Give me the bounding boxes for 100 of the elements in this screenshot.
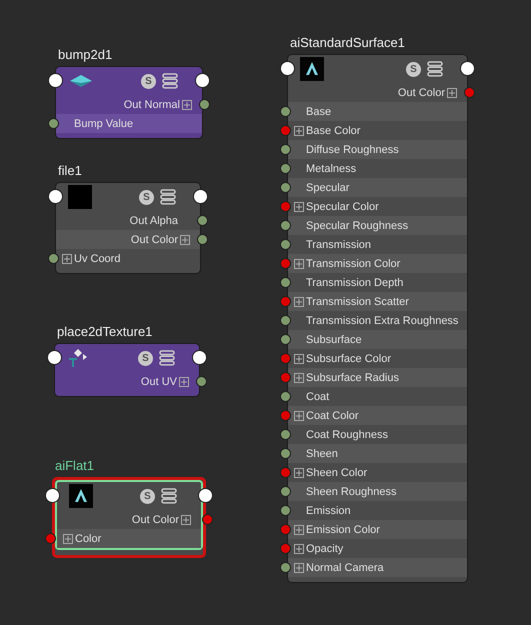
attribute-label: Subsurface Radius [305, 372, 400, 384]
output-port[interactable] [195, 73, 210, 88]
attribute-label: Specular Color [305, 200, 380, 212]
logo-icon [69, 484, 93, 508]
expand-icon[interactable] [294, 562, 304, 572]
input-port[interactable] [280, 448, 291, 459]
node-title: place2dTexture1 [56, 324, 154, 341]
input-port[interactable] [280, 524, 291, 535]
input-port[interactable] [280, 315, 291, 326]
input-port[interactable] [280, 353, 291, 364]
input-port[interactable] [280, 410, 291, 421]
attribute-label: Transmission Extra Roughness [305, 314, 460, 326]
expand-icon[interactable] [294, 524, 304, 534]
expand-icon[interactable] [294, 354, 304, 364]
attribute-label: Out Color [130, 234, 179, 246]
attribute-label: Normal Camera [305, 562, 385, 574]
input-port[interactable] [48, 73, 63, 88]
list-icon[interactable] [427, 61, 443, 77]
input-port[interactable] [280, 144, 291, 155]
input-port[interactable] [280, 258, 291, 269]
attribute-label: Transmission Scatter [305, 296, 410, 308]
input-port[interactable] [45, 488, 60, 503]
input-port[interactable] [280, 372, 291, 383]
input-port[interactable] [280, 182, 291, 193]
input-port[interactable] [280, 391, 291, 402]
expand-icon[interactable] [63, 534, 73, 544]
input-port[interactable] [280, 277, 291, 288]
input-port[interactable] [280, 163, 291, 174]
input-port[interactable] [280, 220, 291, 231]
attribute-label: Color [74, 532, 102, 544]
expand-icon[interactable] [181, 514, 191, 524]
input-port[interactable] [280, 296, 291, 307]
node-card[interactable]: S Out Color Color [52, 477, 206, 558]
expand-icon[interactable] [294, 372, 304, 382]
expand-icon[interactable] [447, 88, 457, 98]
output-port[interactable] [460, 61, 475, 76]
attribute-label: Out Alpha [128, 214, 179, 226]
input-port[interactable] [48, 189, 63, 204]
swatch-icon [68, 185, 92, 209]
attribute-label: Specular [305, 182, 350, 194]
input-port[interactable] [280, 467, 291, 478]
node-card[interactable]: S Out UV [54, 343, 200, 397]
expand-icon[interactable] [182, 100, 192, 110]
input-port[interactable] [280, 106, 291, 117]
swatch-badge[interactable]: S [406, 62, 421, 76]
expand-icon[interactable] [294, 126, 304, 136]
expand-icon[interactable] [294, 468, 304, 478]
placement-icon [67, 348, 89, 368]
input-port[interactable] [47, 350, 62, 365]
input-port[interactable] [280, 429, 291, 440]
list-icon[interactable] [159, 350, 175, 366]
attribute-label: Transmission Depth [305, 276, 404, 288]
attribute-label: Subsurface [305, 334, 363, 346]
input-port[interactable] [280, 201, 291, 212]
output-port[interactable] [202, 514, 213, 525]
input-port[interactable] [280, 543, 291, 554]
input-port[interactable] [280, 61, 295, 76]
output-port[interactable] [192, 350, 207, 365]
swatch-badge[interactable]: S [141, 74, 156, 88]
expand-icon[interactable] [180, 234, 190, 244]
attribute-label: Uv Coord [73, 252, 122, 264]
output-port[interactable] [198, 488, 213, 503]
node-title: bump2d1 [57, 47, 114, 64]
list-icon[interactable] [162, 73, 178, 89]
swatch-badge[interactable]: S [138, 350, 153, 366]
input-port[interactable] [45, 533, 56, 544]
attribute-label: Sheen Roughness [305, 486, 398, 498]
input-port[interactable] [280, 505, 291, 516]
node-title: file1 [57, 163, 83, 180]
node-card[interactable]: S Out Normal Bump Value [55, 66, 203, 139]
list-icon[interactable] [161, 488, 177, 504]
attribute-label: Sheen Color [305, 466, 368, 478]
input-port[interactable] [48, 118, 59, 129]
output-port[interactable] [193, 189, 208, 204]
expand-icon[interactable] [179, 376, 189, 386]
expand-icon[interactable] [294, 544, 304, 554]
attribute-label: Out Normal [122, 98, 181, 110]
node-card[interactable]: S Out Alpha Out Color Uv Coord [55, 182, 201, 274]
expand-icon[interactable] [294, 258, 304, 268]
layers-icon [68, 74, 94, 88]
attribute-label: Out Color [130, 514, 180, 526]
attribute-label: Base [305, 106, 332, 118]
expand-icon[interactable] [62, 254, 72, 264]
input-port[interactable] [280, 239, 291, 250]
input-port[interactable] [280, 334, 291, 345]
input-port[interactable] [280, 125, 291, 136]
attribute-label: Subsurface Color [305, 352, 392, 364]
swatch-badge[interactable]: S [140, 488, 155, 504]
attribute-label: Specular Roughness [305, 220, 410, 232]
swatch-badge[interactable]: S [139, 190, 154, 204]
input-port[interactable] [48, 253, 59, 264]
attribute-label: Out Color [396, 86, 446, 98]
expand-icon[interactable] [294, 410, 304, 420]
list-icon[interactable] [160, 189, 176, 205]
expand-icon[interactable] [294, 296, 304, 306]
node-card[interactable] [287, 54, 468, 583]
input-port[interactable] [280, 562, 291, 573]
expand-icon[interactable] [294, 202, 304, 212]
attribute-label: Transmission Color [305, 258, 402, 270]
input-port[interactable] [280, 486, 291, 497]
